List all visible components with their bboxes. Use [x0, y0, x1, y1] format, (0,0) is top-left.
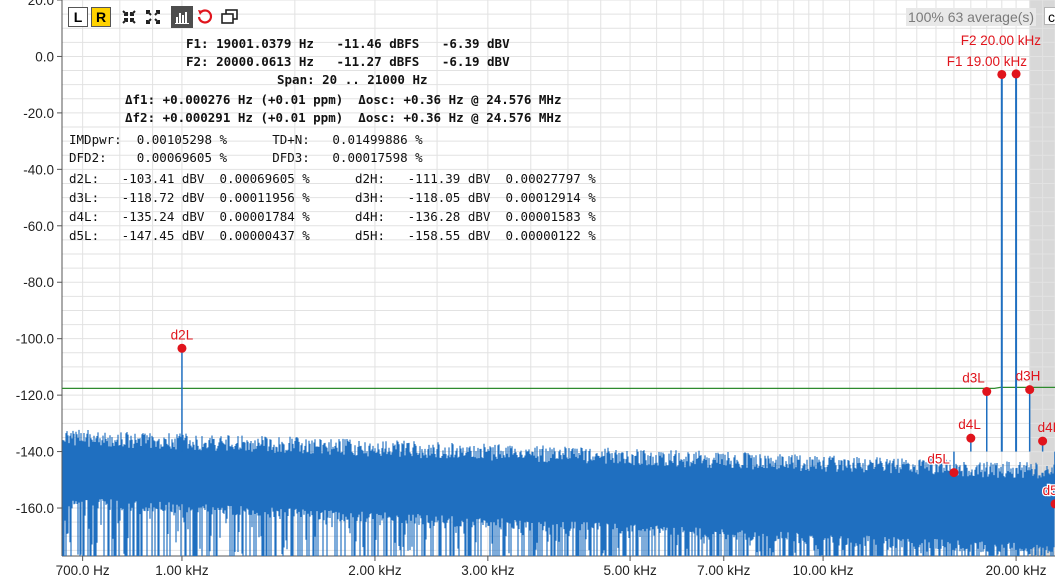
y-tick-label: -80.0 [23, 275, 54, 290]
y-tick-label: 0.0 [35, 49, 54, 64]
tone-label-f1: F1 19.00 kHz [947, 54, 1028, 69]
marker-label-d5l: d5L [927, 452, 950, 467]
readout-f2: F2: 20000.0613 Hz -11.27 dBFS -6.19 dBV [186, 54, 510, 69]
spectrum-chart[interactable]: 20.0 0.0 -20.0 -40.0 -60.0 -80.0 -100.0 -120.0 -… [0, 0, 1055, 580]
marker-dot-d5l [949, 468, 959, 478]
y-tick-label: 20.0 [28, 0, 54, 8]
marker-dot-d3l [982, 387, 992, 397]
x-tick-label: 20.00 kHz [986, 563, 1047, 578]
left-channel-button[interactable]: L [68, 7, 88, 27]
window-icon[interactable] [219, 7, 241, 27]
marker-label-d4l: d4L [958, 417, 981, 432]
y-tick-label: -100.0 [16, 332, 54, 347]
spectrum-analyzer: 20.0 0.0 -20.0 -40.0 -60.0 -80.0 -100.0 -120.0 -… [0, 0, 1055, 580]
marker-dot-d2l [177, 343, 187, 353]
marker-label-d4h: d4H [1038, 420, 1055, 435]
y-tick-label: -60.0 [23, 219, 54, 234]
y-tick-label: -40.0 [23, 162, 54, 177]
marker-dot-d4h [1038, 436, 1048, 446]
collapse-icon[interactable] [119, 7, 139, 27]
y-tick-label: -20.0 [23, 106, 54, 121]
bar-chart-icon[interactable] [171, 6, 193, 28]
x-tick-label: 700.0 Hz [56, 563, 110, 578]
readout-imd-row: IMDpwr: 0.00105298 % TD+N: 0.01499886 % [69, 132, 423, 147]
x-tick-label: 5.00 kHz [603, 563, 657, 578]
reset-icon[interactable] [195, 7, 215, 27]
corner-button[interactable]: c [1044, 7, 1055, 25]
marker-label-d3l: d3L [962, 371, 985, 386]
marker-label-d2l: d2L [171, 327, 194, 342]
tone-marker-f1 [997, 69, 1007, 79]
readout-distortion-row: d4L: -135.24 dBV 0.00001784 % d4H: -136.… [69, 209, 596, 224]
x-tick-label: 3.00 kHz [461, 563, 515, 578]
marker-label-d5h: d5H [1043, 483, 1055, 498]
readout-df2: Δf2: +0.000291 Hz (+0.01 ppm) Δosc: +0.3… [125, 110, 562, 125]
x-tick-label: 7.00 kHz [697, 563, 751, 578]
readout-distortion-row: d5L: -147.45 dBV 0.00000437 % d5H: -158.… [69, 228, 596, 243]
readout-distortion-row: d2L: -103.41 dBV 0.00069605 % d2H: -111.… [69, 171, 596, 186]
readout-f1: F1: 19001.0379 Hz -11.46 dBFS -6.39 dBV [186, 36, 510, 51]
y-tick-label: -120.0 [16, 388, 54, 403]
marker-dot-d4l [966, 433, 976, 443]
marker-label-d3h: d3H [1016, 369, 1041, 384]
y-tick-label: -140.0 [16, 445, 54, 460]
expand-icon[interactable] [143, 7, 163, 27]
readout-distortion-row: d3L: -118.72 dBV 0.00011956 % d3H: -118.… [69, 190, 596, 205]
right-channel-button[interactable]: R [91, 7, 111, 27]
marker-dot-d3h [1025, 385, 1035, 395]
x-tick-label: 10.00 kHz [793, 563, 854, 578]
averages-label: 100% 63 average(s) [906, 8, 1037, 26]
y-tick-label: -160.0 [16, 501, 54, 516]
readout-imd-row: DFD2: 0.00069605 % DFD3: 0.00017598 % [69, 150, 423, 165]
x-tick-label: 1.00 kHz [155, 563, 209, 578]
readout-df1: Δf1: +0.000276 Hz (+0.01 ppm) Δosc: +0.3… [125, 92, 562, 107]
tone-label-f2: F2 20.00 kHz [961, 33, 1042, 48]
readout-span: Span: 20 .. 21000 Hz [277, 72, 428, 87]
tone-marker-f2 [1011, 69, 1021, 79]
x-tick-label: 2.00 kHz [348, 563, 402, 578]
